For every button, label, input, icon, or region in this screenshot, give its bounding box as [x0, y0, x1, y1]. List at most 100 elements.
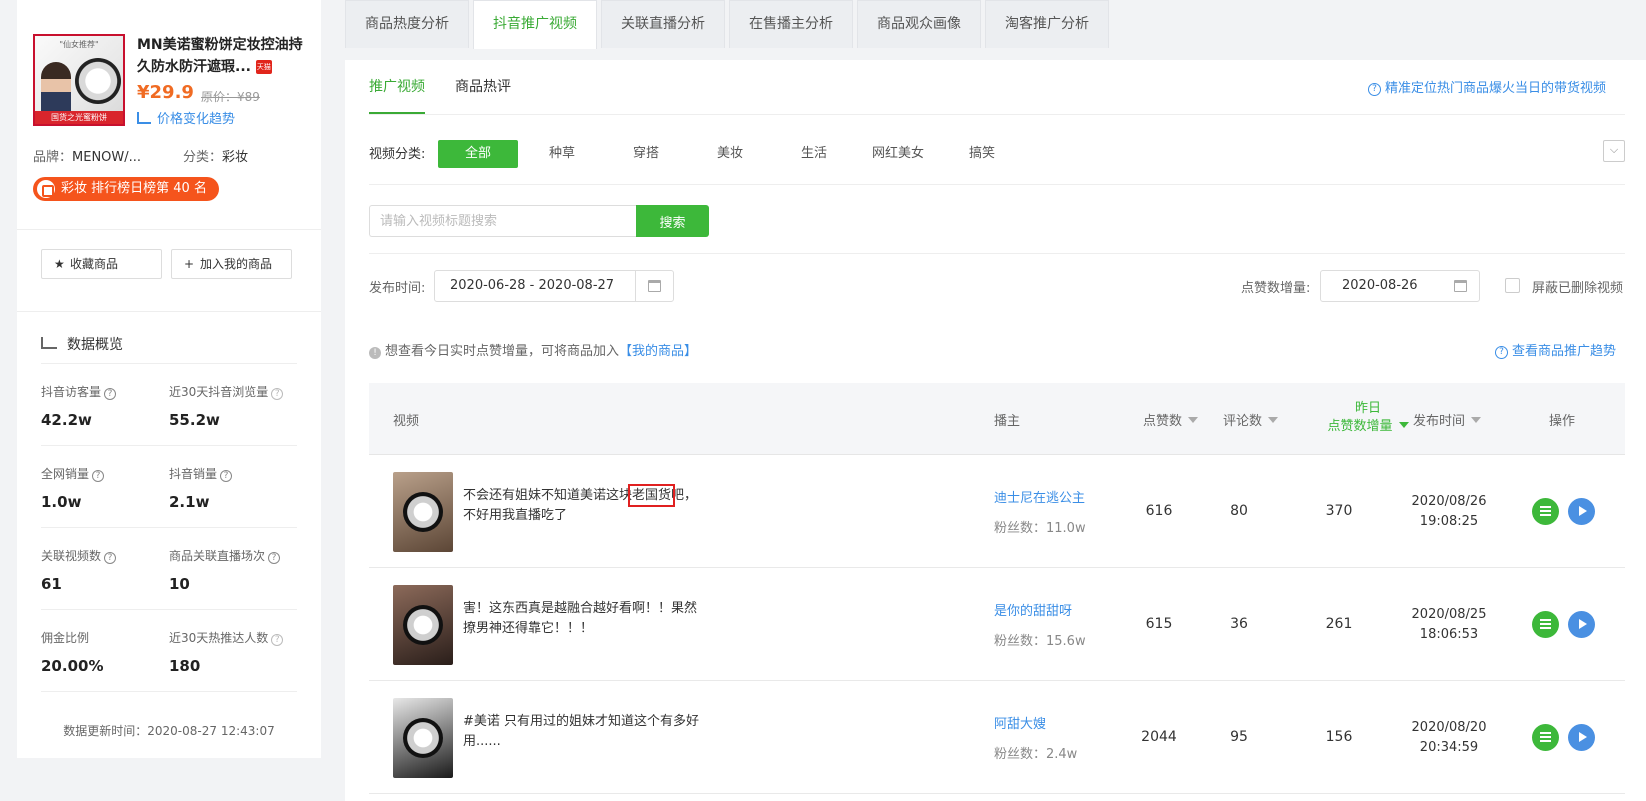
- fans-count: 粉丝数：15.6w: [994, 634, 1086, 649]
- play-button[interactable]: [1568, 611, 1595, 638]
- calendar-icon: [648, 280, 661, 292]
- col-likes-increment[interactable]: 昨日 点赞数增量: [1308, 400, 1428, 436]
- video-title[interactable]: 不会还有姐妹不知道美诺这块老国货吧，不好用我直播吃了: [463, 484, 708, 526]
- video-thumbnail[interactable]: [393, 585, 453, 665]
- promo-trend-link[interactable]: ? 查看商品推广趋势: [1495, 340, 1616, 359]
- publish-time: 2020/08/20 20:34:59: [1411, 720, 1487, 755]
- info-icon: !: [369, 347, 381, 359]
- publish-date-range-picker[interactable]: 2020-06-28 - 2020-08-27: [434, 270, 674, 302]
- stat-value: 20.00%: [41, 657, 104, 675]
- help-icon[interactable]: ?: [92, 470, 105, 482]
- likes-date-picker[interactable]: 2020-08-26: [1320, 270, 1480, 302]
- category-zhongcao[interactable]: 种草: [522, 140, 602, 168]
- details-button[interactable]: [1532, 498, 1559, 525]
- category-funny[interactable]: 搞笑: [942, 140, 1022, 168]
- col-comments[interactable]: 评论数: [1223, 410, 1279, 429]
- col-operations: 操作: [1549, 414, 1576, 429]
- stat-label: 抖音销量?: [169, 465, 233, 482]
- tab-douyin-videos[interactable]: 抖音推广视频: [473, 0, 597, 49]
- compact-image: [75, 58, 121, 104]
- stat-label: 佣金比例: [41, 631, 90, 645]
- original-price: 原价：¥89: [201, 90, 260, 104]
- overview-title: 数据概览: [41, 334, 123, 354]
- add-label: 加入我的商品: [200, 257, 273, 271]
- divider: [41, 445, 297, 446]
- video-thumbnail[interactable]: [393, 472, 453, 552]
- chart-icon: [137, 112, 151, 124]
- col-video: 视频: [393, 414, 420, 429]
- tmall-icon: 天猫: [255, 60, 272, 74]
- category-influencer[interactable]: 网红美女: [858, 140, 938, 168]
- product-image[interactable]: "仙女推荐" 国货之光蜜粉饼: [33, 34, 125, 126]
- anchor-link[interactable]: 是你的甜甜呀: [994, 600, 1072, 619]
- stat-value: 61: [41, 575, 62, 593]
- subtab-hot-reviews[interactable]: 商品热评: [455, 76, 511, 96]
- tab-anchor-analysis[interactable]: 在售播主分析: [729, 0, 853, 48]
- brand-info: 品牌：MENOW/...: [33, 146, 141, 165]
- product-price: ¥29.9: [137, 82, 194, 103]
- category-makeup[interactable]: 美妆: [690, 140, 770, 168]
- anchor-link[interactable]: 迪士尼在逃公主: [994, 487, 1085, 506]
- anchor-link[interactable]: 阿甜大嫂: [994, 713, 1046, 732]
- category-all[interactable]: 全部: [438, 140, 518, 168]
- stat-value: 2.1w: [169, 493, 210, 511]
- video-thumbnail[interactable]: [393, 698, 453, 778]
- help-icon[interactable]: ?: [104, 552, 117, 564]
- chevron-down-icon[interactable]: ⌵: [1603, 140, 1625, 162]
- col-likes[interactable]: 点赞数: [1143, 410, 1199, 429]
- product-title-text: MN美诺蜜粉饼定妆控油持久防水防汗遮瑕...: [137, 37, 303, 75]
- my-products-link[interactable]: 【我的商品】: [619, 344, 697, 359]
- details-button[interactable]: [1532, 611, 1559, 638]
- top-help-link[interactable]: ? 精准定位热门商品爆火当日的带货视频: [1368, 77, 1606, 96]
- hide-deleted-label: 屏蔽已删除视频: [1532, 281, 1624, 296]
- category-outfit[interactable]: 穿搭: [606, 140, 686, 168]
- divider: [41, 527, 297, 528]
- help-icon[interactable]: ?: [268, 552, 281, 564]
- stat-value: 10: [169, 575, 190, 593]
- plus-icon: +: [184, 257, 195, 271]
- subtab-promo-videos[interactable]: 推广视频: [369, 76, 425, 96]
- help-icon[interactable]: ?: [220, 470, 233, 482]
- play-button[interactable]: [1568, 498, 1595, 525]
- hide-deleted-checkbox[interactable]: [1505, 278, 1520, 293]
- product-title[interactable]: MN美诺蜜粉饼定妆控油持久防水防汗遮瑕... 天猫: [137, 34, 315, 78]
- stat-value: 1.0w: [41, 493, 82, 511]
- rank-badge[interactable]: 彩妆 排行榜日榜第 40 名: [33, 177, 219, 201]
- stat-value: 42.2w: [41, 411, 92, 429]
- comments-count: 95: [1230, 729, 1248, 745]
- col-publish-time[interactable]: 发布时间: [1413, 410, 1482, 429]
- tab-audience-profile[interactable]: 商品观众画像: [857, 0, 981, 48]
- divider: [41, 691, 297, 692]
- search-button[interactable]: 搜索: [636, 205, 709, 237]
- help-icon[interactable]: ?: [271, 388, 284, 400]
- tab-live-analysis[interactable]: 关联直播分析: [601, 0, 725, 48]
- publish-time: 2020/08/26 19:08:25: [1411, 494, 1487, 529]
- price-trend-link[interactable]: 价格变化趋势: [137, 108, 235, 127]
- video-title[interactable]: 害！这东西真是越融合越好看啊！！果然撩男神还得靠它！！！: [463, 599, 708, 639]
- favorite-button[interactable]: ★ 收藏商品: [41, 249, 162, 279]
- likes-count: 2044: [1141, 729, 1177, 745]
- divider: [17, 229, 321, 230]
- hint-text: 想查看今日实时点赞增量，可将商品加入: [385, 344, 620, 359]
- help-icon[interactable]: ?: [271, 634, 284, 646]
- category-life[interactable]: 生活: [774, 140, 854, 168]
- play-button[interactable]: [1568, 724, 1595, 751]
- stat-label: 全网销量?: [41, 465, 105, 482]
- help-icon: ?: [1368, 83, 1381, 96]
- sort-icon: [1188, 417, 1199, 423]
- video-search-input[interactable]: [369, 205, 636, 237]
- details-button[interactable]: [1532, 724, 1559, 751]
- favorite-label: 收藏商品: [70, 257, 119, 271]
- help-icon[interactable]: ?: [104, 388, 117, 400]
- stat-value: 55.2w: [169, 411, 220, 429]
- video-title[interactable]: #美诺 只有用过的姐妹才知道这个有多好用......: [463, 712, 708, 752]
- category-info: 分类：彩妆: [183, 146, 248, 165]
- publish-time: 2020/08/25 18:06:53: [1411, 607, 1487, 642]
- table-header: 视频 播主 点赞数 评论数 昨日 点赞数增量 发布时间 操作: [369, 383, 1625, 455]
- likes-increment: 261: [1325, 616, 1353, 632]
- tab-taoke-analysis[interactable]: 淘客推广分析: [985, 0, 1109, 48]
- tab-heat-analysis[interactable]: 商品热度分析: [345, 0, 469, 48]
- add-my-product-button[interactable]: + 加入我的商品: [171, 249, 292, 279]
- stat-label: 抖音访客量?: [41, 383, 117, 400]
- col-anchor: 播主: [994, 414, 1021, 429]
